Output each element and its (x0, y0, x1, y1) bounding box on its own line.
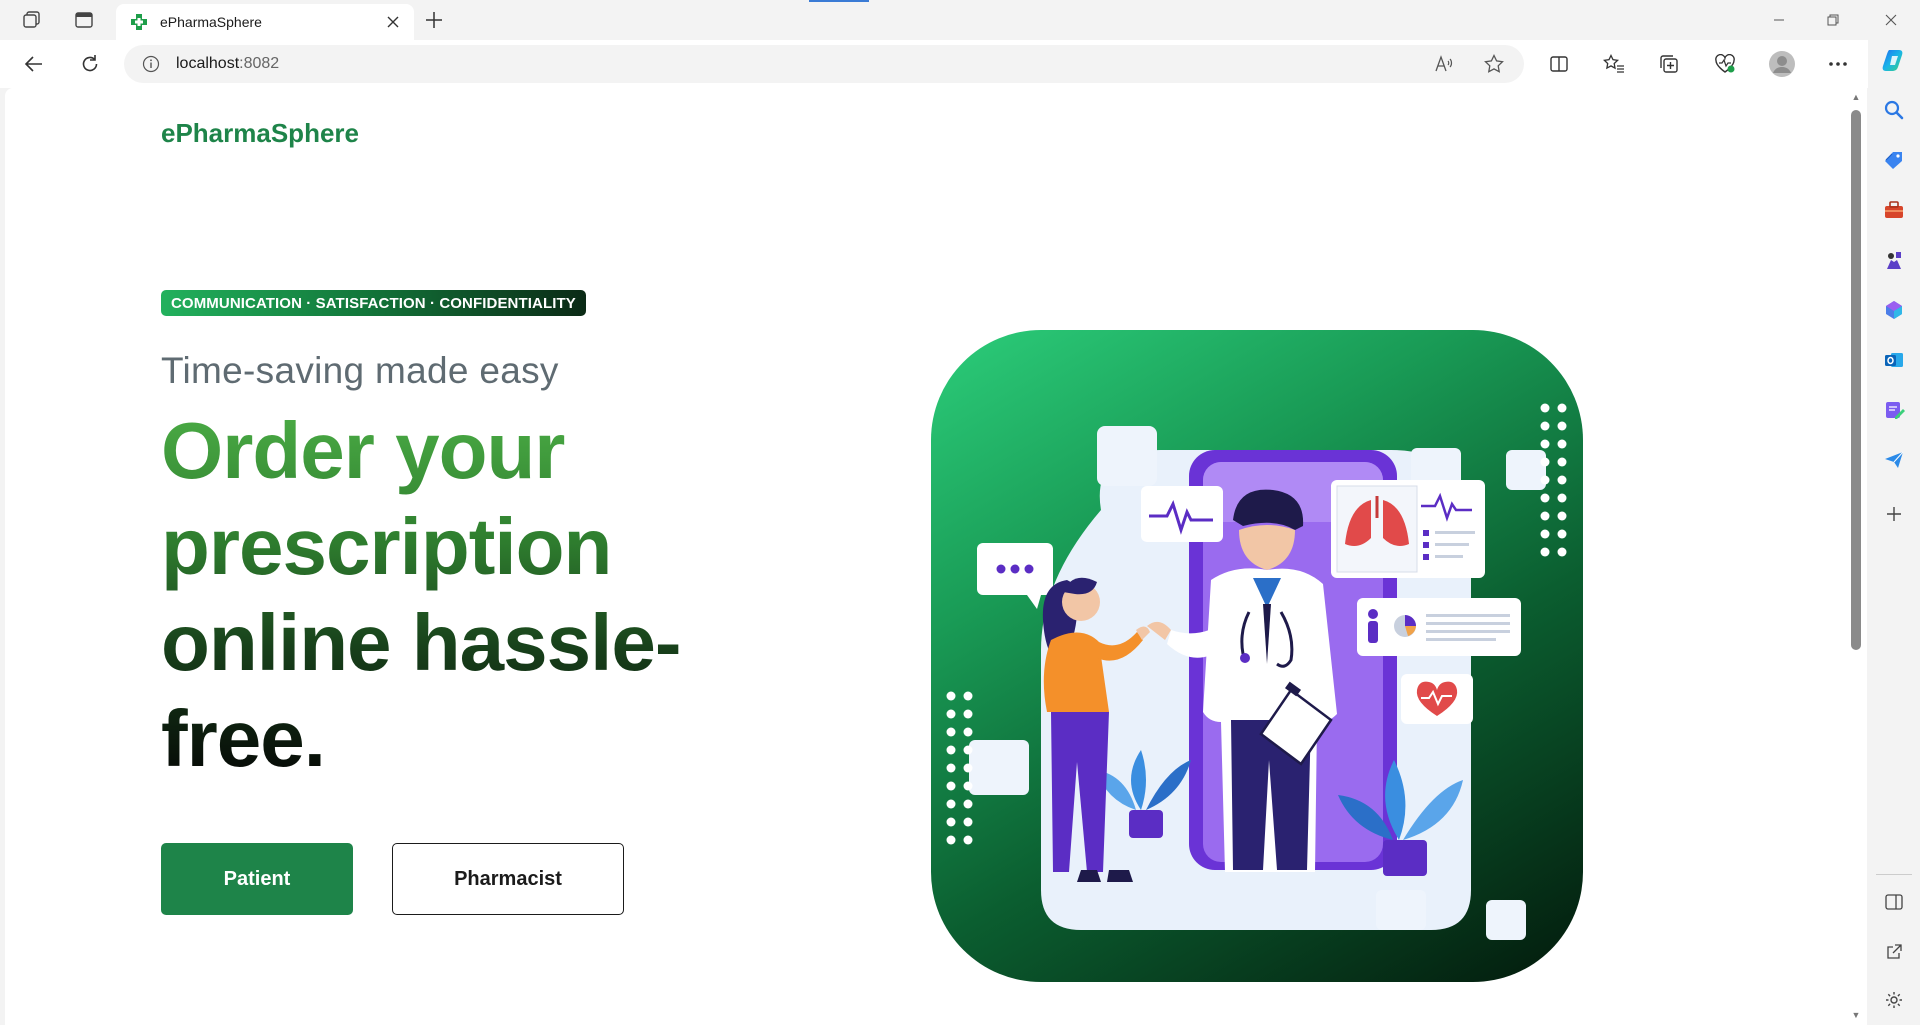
scroll-up-arrow-icon[interactable]: ▲ (1850, 92, 1862, 102)
search-icon[interactable] (1880, 96, 1908, 124)
scroll-down-arrow-icon[interactable]: ▼ (1850, 1010, 1862, 1020)
copilot-icon[interactable] (1880, 46, 1908, 74)
close-window-button[interactable] (1868, 4, 1914, 36)
scrollbar-thumb[interactable] (1851, 110, 1861, 650)
loading-indicator (809, 0, 869, 2)
shopping-tag-icon[interactable] (1880, 146, 1908, 174)
games-icon[interactable] (1880, 246, 1908, 274)
doctor-consultation-illustration (946, 403, 1567, 940)
more-icon[interactable] (1822, 48, 1854, 80)
workspaces-icon[interactable] (18, 6, 46, 34)
tab-title: ePharmaSphere (160, 14, 262, 30)
read-aloud-icon[interactable] (1430, 50, 1458, 78)
favorites-icon[interactable] (1598, 48, 1630, 80)
profile-avatar-icon[interactable] (1766, 48, 1798, 80)
microsoft-365-icon[interactable] (1880, 296, 1908, 324)
url-host: localhost (176, 55, 240, 72)
outlook-icon[interactable] (1880, 346, 1908, 374)
open-external-icon[interactable] (1880, 938, 1908, 966)
designer-icon[interactable] (1880, 396, 1908, 424)
values-badge: COMMUNICATION · SATISFACTION · CONFIDENT… (161, 290, 586, 316)
tab-actions-icon[interactable] (70, 6, 98, 34)
address-bar[interactable]: localhost:8082 (124, 45, 1524, 83)
pharmacist-button[interactable]: Pharmacist (392, 843, 624, 915)
collections-icon[interactable] (1653, 48, 1685, 80)
add-icon[interactable] (1880, 500, 1908, 528)
brand-logo-text[interactable]: ePharmaSphere (161, 118, 359, 149)
favorite-star-icon[interactable] (1480, 50, 1508, 78)
url-port: :8082 (239, 55, 280, 72)
hero-headline: Order your prescription online hassle- f… (161, 403, 781, 787)
patient-button[interactable]: Patient (161, 843, 353, 915)
page-viewport: ePharmaSphere COMMUNICATION · SATISFACTI… (5, 88, 1850, 1025)
active-tab[interactable]: ePharmaSphere (116, 4, 414, 40)
pharmacy-cross-icon (131, 14, 147, 30)
tab-strip: ePharmaSphere (0, 0, 1920, 40)
sidebar-toggle-icon[interactable] (1880, 888, 1908, 916)
headline-line-4: free. (161, 694, 325, 783)
info-icon[interactable] (140, 53, 162, 75)
browser-toolbar: localhost:8082 (0, 40, 1920, 88)
settings-icon[interactable] (1880, 986, 1908, 1014)
close-tab-icon[interactable] (384, 13, 402, 31)
headline-line-3: online hassle- (161, 598, 681, 687)
back-icon[interactable] (18, 48, 50, 80)
reload-icon[interactable] (74, 48, 106, 80)
headline-line-2: prescription (161, 502, 612, 591)
hero-subtitle: Time-saving made easy (161, 350, 559, 391)
edge-sidebar (1868, 40, 1920, 1025)
send-icon[interactable] (1880, 446, 1908, 474)
browser-essentials-icon[interactable] (1709, 48, 1741, 80)
restore-button[interactable] (1810, 4, 1856, 36)
new-tab-button[interactable] (420, 6, 448, 34)
headline-line-1: Order your (161, 406, 565, 495)
split-screen-icon[interactable] (1543, 48, 1575, 80)
hero-illustration (931, 330, 1583, 982)
minimize-button[interactable] (1756, 4, 1802, 36)
sidebar-divider (1876, 874, 1912, 875)
tools-icon[interactable] (1880, 196, 1908, 224)
